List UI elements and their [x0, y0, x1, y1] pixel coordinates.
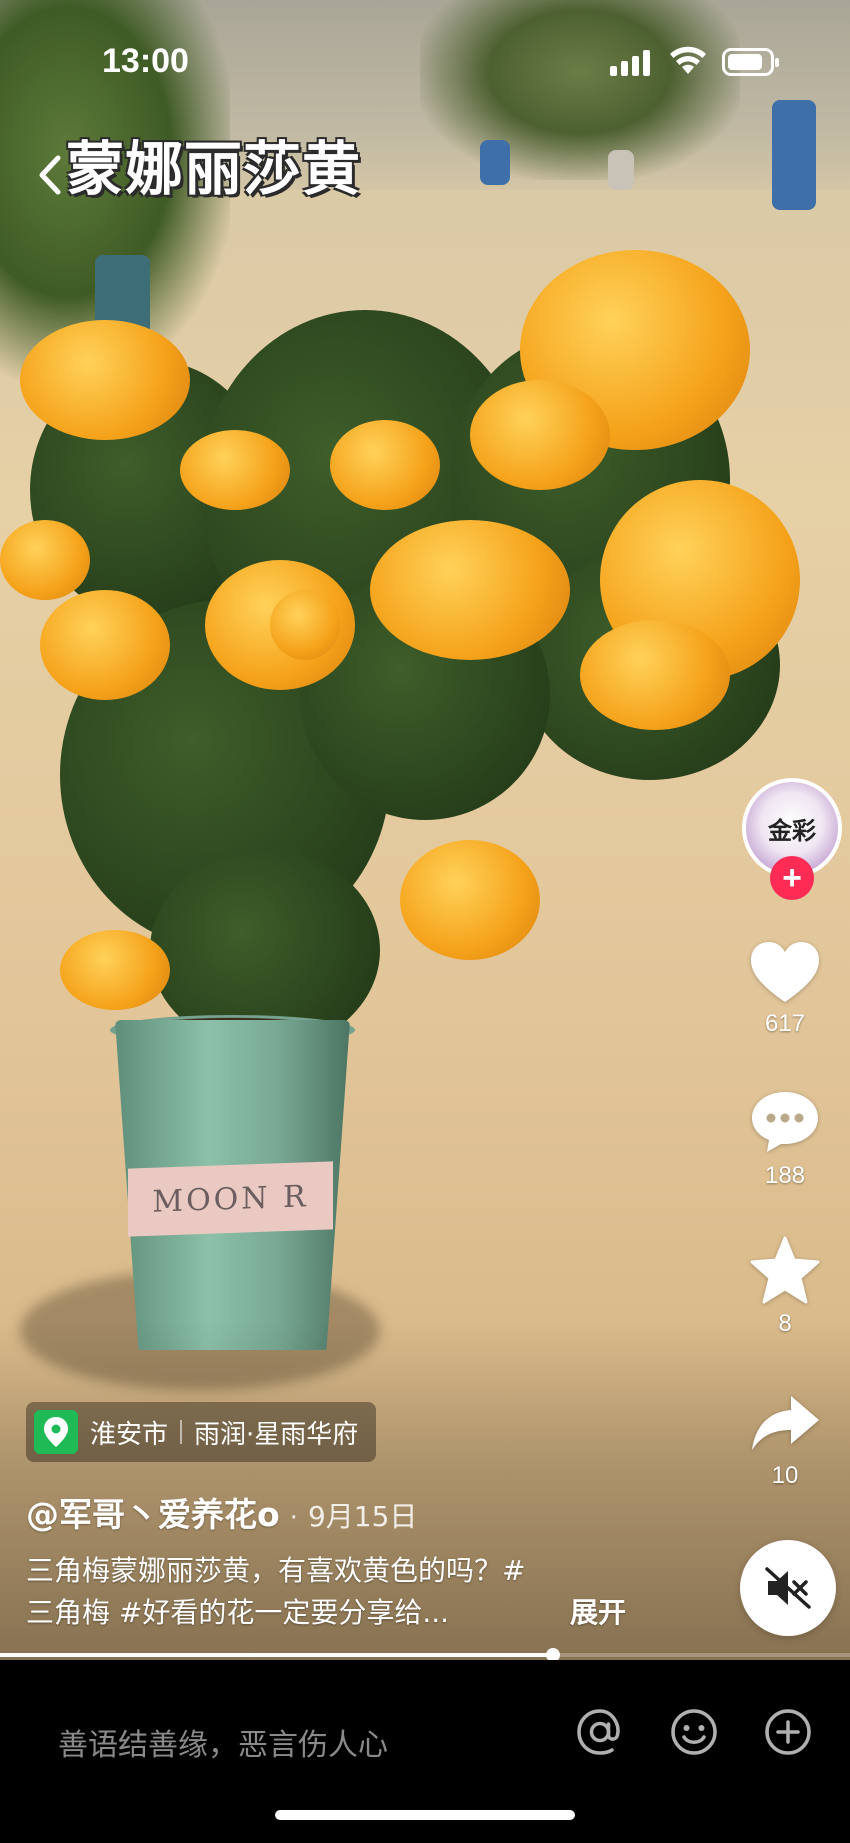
mute-toggle-button[interactable] [740, 1540, 836, 1636]
add-icon[interactable] [760, 1704, 816, 1760]
comment-icon [752, 1092, 818, 1152]
comment-bar: 善语结善缘，恶言伤人心 [0, 1660, 850, 1843]
expand-caption-button[interactable]: 展开 [570, 1592, 626, 1634]
share-count: 10 [771, 1462, 799, 1489]
pot-label: MOON R [128, 1161, 333, 1237]
cellular-signal-icon [610, 48, 652, 76]
bougainvillea-bush [0, 250, 830, 1070]
video-title-overlay: 蒙娜丽莎黄 [66, 135, 362, 203]
favorite-button[interactable]: 8 [720, 1236, 850, 1338]
progress-played [0, 1653, 553, 1657]
mute-icon [765, 1567, 811, 1609]
separator-dot: · [289, 1503, 298, 1533]
location-city: 淮安市 [90, 1419, 169, 1450]
follow-button[interactable]: + [770, 856, 814, 900]
star-icon [750, 1236, 820, 1304]
battery-icon [722, 48, 779, 76]
at-icon[interactable] [572, 1704, 628, 1760]
emoji-icon[interactable] [666, 1704, 722, 1760]
comment-button[interactable]: 188 [720, 1088, 850, 1190]
background-pot [608, 150, 634, 190]
status-time: 13:00 [102, 42, 189, 80]
share-button[interactable]: 10 [720, 1392, 850, 1490]
like-count: 617 [764, 1010, 806, 1037]
avatar-text: 金彩 [768, 815, 816, 845]
back-icon[interactable] [34, 150, 68, 200]
like-button[interactable]: 617 [720, 940, 850, 1038]
share-icon [752, 1396, 819, 1450]
comment-count: 188 [764, 1162, 806, 1189]
caption-line-1: 三角梅蒙娜丽莎黄，有喜欢黄色的吗？# [26, 1554, 526, 1587]
location-icon [34, 1410, 78, 1454]
caption-line-2: 三角梅 #好看的花一定要分享给... [26, 1596, 450, 1629]
heart-icon [751, 942, 819, 1002]
author-name[interactable]: @军哥丶爱养花o [26, 1488, 280, 1536]
status-bar: 13:00 [0, 0, 850, 120]
location-tag[interactable]: 淮安市 雨润·星雨华府 [26, 1402, 377, 1462]
post-caption[interactable]: 三角梅蒙娜丽莎黄，有喜欢黄色的吗？# 三角梅 #好看的花一定要分享给... 展开 [26, 1550, 626, 1634]
location-divider [180, 1420, 183, 1444]
author-line: @军哥丶爱养花o · 9月15日 [26, 1488, 417, 1536]
post-date: 9月15日 [307, 1500, 418, 1533]
video-progress-bar[interactable] [0, 1648, 850, 1662]
comment-input[interactable]: 善语结善缘，恶言伤人心 [58, 1720, 388, 1764]
favorite-count: 8 [778, 1310, 792, 1337]
location-place: 雨润·星雨华府 [194, 1419, 359, 1450]
background-pot [480, 140, 510, 185]
wifi-icon [670, 46, 706, 74]
home-indicator[interactable] [275, 1810, 575, 1820]
